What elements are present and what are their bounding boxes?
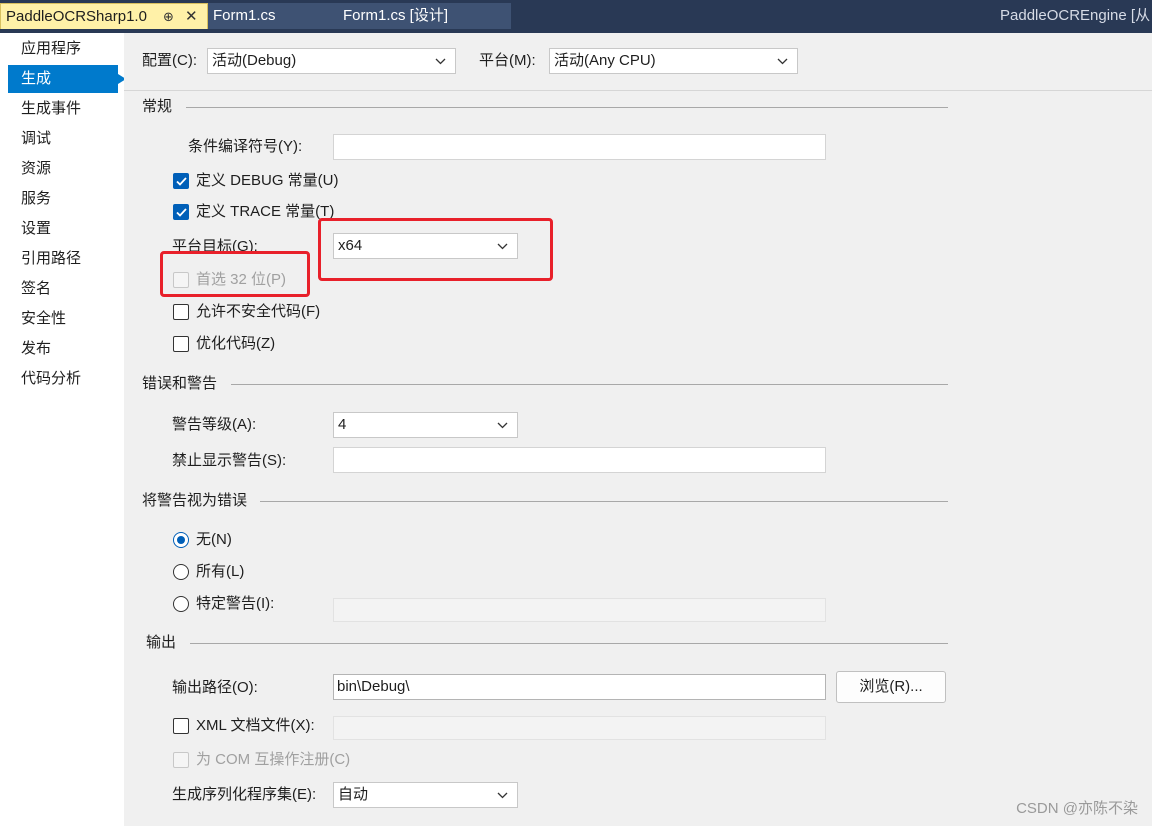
watermark: CSDN @亦陈不染 (1016, 800, 1138, 817)
chevron-down-icon (495, 783, 511, 807)
section-divider (190, 643, 948, 644)
section-output: 输出 (142, 633, 948, 653)
platform-value: 活动(Any CPU) (554, 52, 656, 69)
treat-warnings-none-label: 无(N) (196, 531, 232, 548)
sidebar-item-code-analysis[interactable]: 代码分析 (8, 365, 118, 393)
com-register-checkbox[interactable] (173, 752, 189, 768)
treat-warnings-none-radio[interactable] (173, 532, 189, 548)
close-icon[interactable]: ✕ (185, 4, 198, 30)
section-divider (260, 501, 948, 502)
tab-form1-cs[interactable]: Form1.cs (208, 3, 336, 29)
build-properties-panel: 配置(C): 活动(Debug) 平台(M): 活动(Any CPU) 常规 条… (124, 33, 1152, 826)
project-properties-sidebar: 应用程序 生成 生成事件 调试 资源 服务 设置 引用路径 签名 安全性 发布 … (0, 33, 126, 826)
section-errors-warnings: 错误和警告 (142, 374, 948, 394)
section-output-title: 输出 (146, 634, 177, 651)
xml-doc-input[interactable] (333, 716, 826, 740)
section-divider (231, 384, 948, 385)
xml-doc-checkbox[interactable] (173, 718, 189, 734)
highlight-box-prefer-32bit (160, 251, 310, 297)
allow-unsafe-checkbox[interactable] (173, 304, 189, 320)
tab-label: Form1.cs [设计] (343, 7, 449, 24)
tab-paddleocrsharp[interactable]: PaddleOCRSharp1.0 ⊕ ✕ (0, 3, 208, 29)
define-debug-label: 定义 DEBUG 常量(U) (196, 172, 339, 189)
sidebar-item-publish[interactable]: 发布 (8, 335, 118, 363)
configuration-combo[interactable]: 活动(Debug) (207, 48, 456, 74)
sidebar-item-security[interactable]: 安全性 (8, 305, 118, 333)
document-tab-bar: PaddleOCRSharp1.0 ⊕ ✕ Form1.cs Form1.cs … (0, 0, 1152, 33)
treat-warnings-specific-radio[interactable] (173, 596, 189, 612)
warning-level-label: 警告等级(A): (172, 416, 257, 433)
tab-form1-design[interactable]: Form1.cs [设计] (336, 3, 511, 29)
sidebar-item-resources[interactable]: 资源 (8, 155, 118, 183)
configuration-label: 配置(C): (142, 52, 197, 69)
sidebar-item-services[interactable]: 服务 (8, 185, 118, 213)
sidebar-item-build-events[interactable]: 生成事件 (8, 95, 118, 123)
define-trace-checkbox[interactable] (173, 204, 189, 220)
configuration-value: 活动(Debug) (212, 52, 297, 69)
section-divider (186, 107, 948, 108)
optimize-code-checkbox[interactable] (173, 336, 189, 352)
section-treat-warnings: 将警告视为错误 (142, 491, 948, 511)
optimize-code-label: 优化代码(Z) (196, 335, 276, 352)
section-general: 常规 (142, 97, 948, 117)
tab-label: PaddleOCRSharp1.0 (6, 8, 147, 25)
chevron-down-icon (433, 49, 449, 73)
warning-level-value: 4 (338, 416, 347, 433)
divider (124, 90, 1152, 91)
sidebar-item-debug[interactable]: 调试 (8, 125, 118, 153)
sidebar-item-application[interactable]: 应用程序 (8, 35, 118, 63)
specific-warnings-input[interactable] (333, 598, 826, 622)
browse-button[interactable]: 浏览(R)... (836, 671, 946, 703)
treat-warnings-specific-label: 特定警告(I): (196, 595, 275, 612)
chevron-down-icon (775, 49, 791, 73)
tab-label: Form1.cs (213, 7, 276, 24)
serialization-combo[interactable]: 自动 (333, 782, 518, 808)
com-register-label: 为 COM 互操作注册(C) (196, 751, 351, 768)
chevron-down-icon (495, 413, 511, 437)
section-general-title: 常规 (142, 98, 173, 115)
output-path-label: 输出路径(O): (172, 679, 258, 696)
serialization-value: 自动 (338, 786, 369, 803)
define-trace-label: 定义 TRACE 常量(T) (196, 203, 335, 220)
pin-icon[interactable]: ⊕ (163, 4, 174, 30)
section-treat-warnings-title: 将警告视为错误 (142, 492, 248, 509)
suppress-warnings-input[interactable] (333, 447, 826, 473)
output-path-input[interactable]: bin\Debug\ (333, 674, 826, 700)
highlight-box-platform-target (318, 218, 553, 281)
sidebar-item-settings[interactable]: 设置 (8, 215, 118, 243)
platform-label: 平台(M): (479, 52, 536, 69)
sidebar-item-build[interactable]: 生成 (8, 65, 126, 93)
define-debug-checkbox[interactable] (173, 173, 189, 189)
treat-warnings-all-radio[interactable] (173, 564, 189, 580)
section-errors-title: 错误和警告 (142, 375, 218, 392)
suppress-warnings-label: 禁止显示警告(S): (172, 452, 287, 469)
treat-warnings-all-label: 所有(L) (196, 563, 245, 580)
conditional-symbols-input[interactable] (333, 134, 826, 160)
platform-combo[interactable]: 活动(Any CPU) (549, 48, 798, 74)
sidebar-item-reference-paths[interactable]: 引用路径 (8, 245, 118, 273)
engine-title: PaddleOCREngine [从 (1000, 7, 1151, 24)
allow-unsafe-label: 允许不安全代码(F) (196, 303, 321, 320)
xml-doc-label: XML 文档文件(X): (196, 717, 315, 734)
warning-level-combo[interactable]: 4 (333, 412, 518, 438)
serialization-label: 生成序列化程序集(E): (172, 786, 317, 803)
sidebar-item-signing[interactable]: 签名 (8, 275, 118, 303)
conditional-symbols-label: 条件编译符号(Y): (188, 138, 303, 155)
